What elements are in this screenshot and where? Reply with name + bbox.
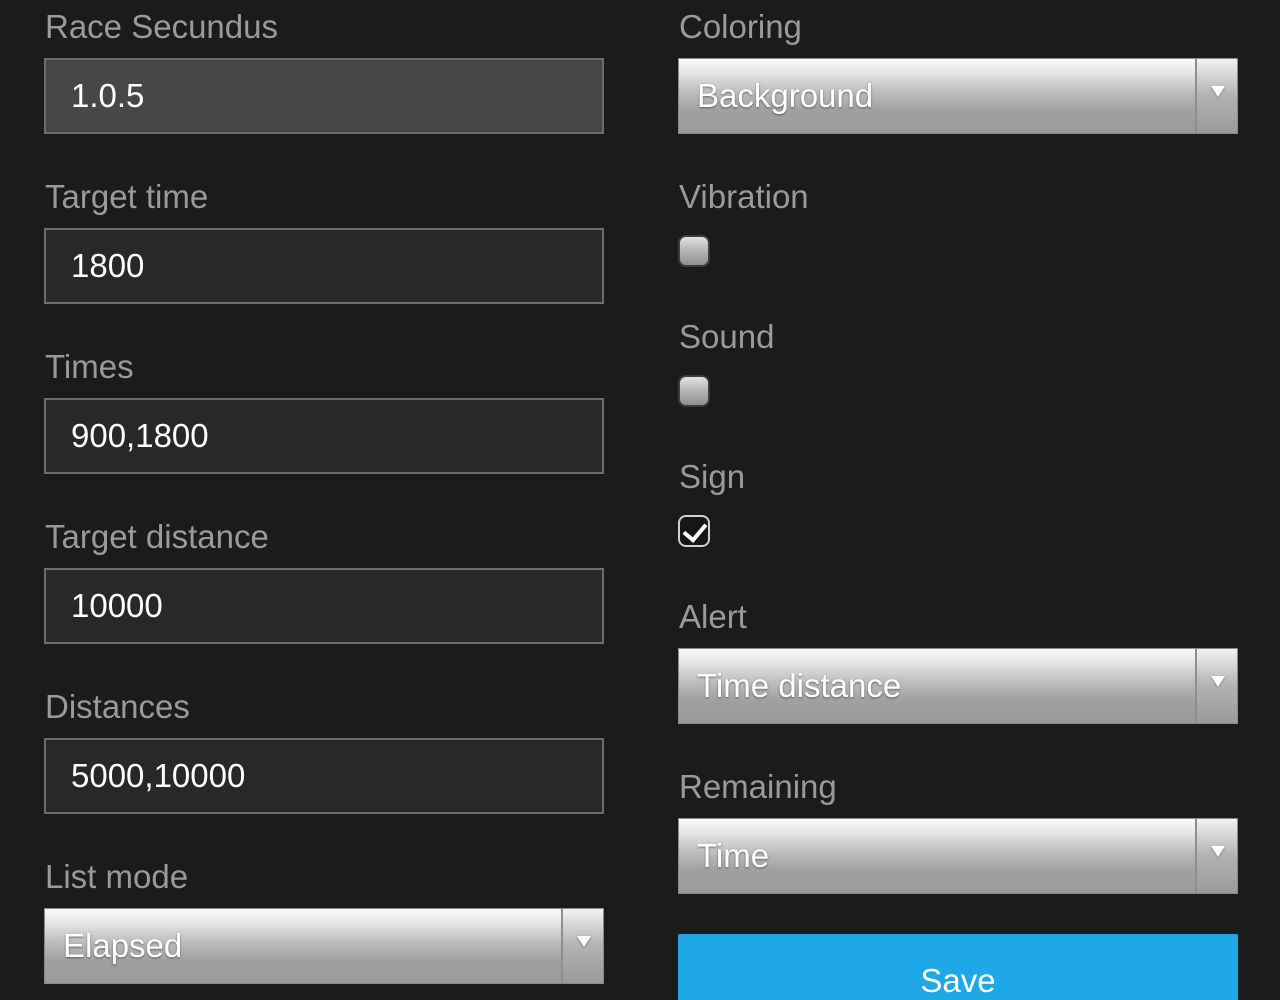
coloring-dropdown-button[interactable]	[1195, 59, 1237, 133]
race-secundus-input[interactable]	[44, 58, 604, 134]
alert-value: Time distance	[697, 667, 902, 704]
target-distance-input[interactable]	[44, 568, 604, 644]
times-input[interactable]	[44, 398, 604, 474]
remaining-dropdown-button[interactable]	[1195, 819, 1237, 893]
sign-label: Sign	[679, 458, 746, 495]
distances-input[interactable]	[44, 738, 604, 814]
target-time-label: Target time	[45, 178, 209, 215]
remaining-select[interactable]: Time	[678, 818, 1238, 894]
target-distance-label: Target distance	[45, 518, 269, 555]
vibration-label: Vibration	[679, 178, 809, 215]
target-time-input[interactable]	[44, 228, 604, 304]
coloring-select[interactable]: Background	[678, 58, 1238, 134]
settings-form: Race Secundus Target time Times Target d…	[0, 0, 1280, 1000]
sound-checkbox[interactable]	[678, 375, 710, 407]
remaining-label: Remaining	[679, 768, 837, 805]
remaining-value: Time	[697, 837, 770, 874]
chevron-down-icon	[1211, 86, 1225, 97]
checkmark-icon	[682, 517, 708, 543]
chevron-down-icon	[1211, 676, 1225, 687]
chevron-down-icon	[1211, 846, 1225, 857]
list-mode-value: Elapsed	[63, 927, 183, 964]
list-mode-label: List mode	[45, 858, 189, 895]
alert-select[interactable]: Time distance	[678, 648, 1238, 724]
alert-dropdown-button[interactable]	[1195, 649, 1237, 723]
coloring-label: Coloring	[679, 8, 802, 45]
sign-checkbox[interactable]	[678, 515, 710, 547]
coloring-value: Background	[697, 77, 874, 114]
list-mode-select[interactable]: Elapsed	[44, 908, 604, 984]
race-secundus-label: Race Secundus	[45, 8, 278, 45]
save-button[interactable]: Save	[678, 934, 1238, 1000]
chevron-down-icon	[577, 936, 591, 947]
distances-label: Distances	[45, 688, 190, 725]
alert-label: Alert	[679, 598, 747, 635]
list-mode-dropdown-button[interactable]	[561, 909, 603, 983]
vibration-checkbox[interactable]	[678, 235, 710, 267]
sound-label: Sound	[679, 318, 775, 355]
times-label: Times	[45, 348, 134, 385]
